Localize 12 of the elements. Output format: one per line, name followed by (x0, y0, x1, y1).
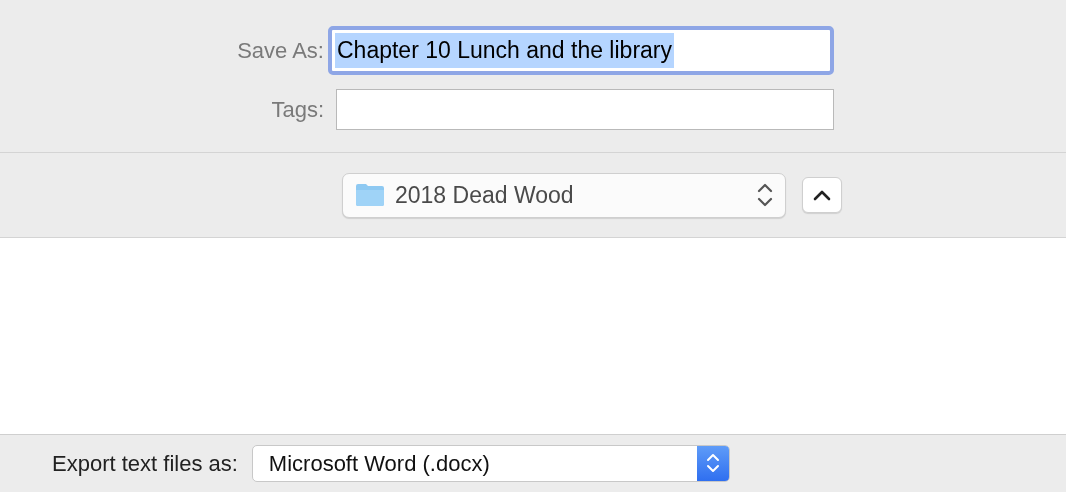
save-as-field[interactable]: Chapter 10 Lunch and the library (328, 26, 834, 75)
tags-label: Tags: (270, 96, 325, 124)
up-down-arrows-icon (757, 182, 773, 208)
up-down-arrows-icon (705, 451, 720, 475)
tags-field[interactable] (336, 89, 834, 130)
save-as-label: Save As: (236, 37, 325, 65)
export-format-label: Export text files as: (52, 449, 238, 478)
expand-button[interactable] (802, 177, 842, 213)
folder-icon (355, 183, 385, 207)
chevron-up-icon (813, 189, 831, 201)
export-format-popup[interactable]: Microsoft Word (.docx) (251, 444, 730, 482)
folder-popup[interactable]: 2018 Dead Wood (342, 172, 786, 218)
